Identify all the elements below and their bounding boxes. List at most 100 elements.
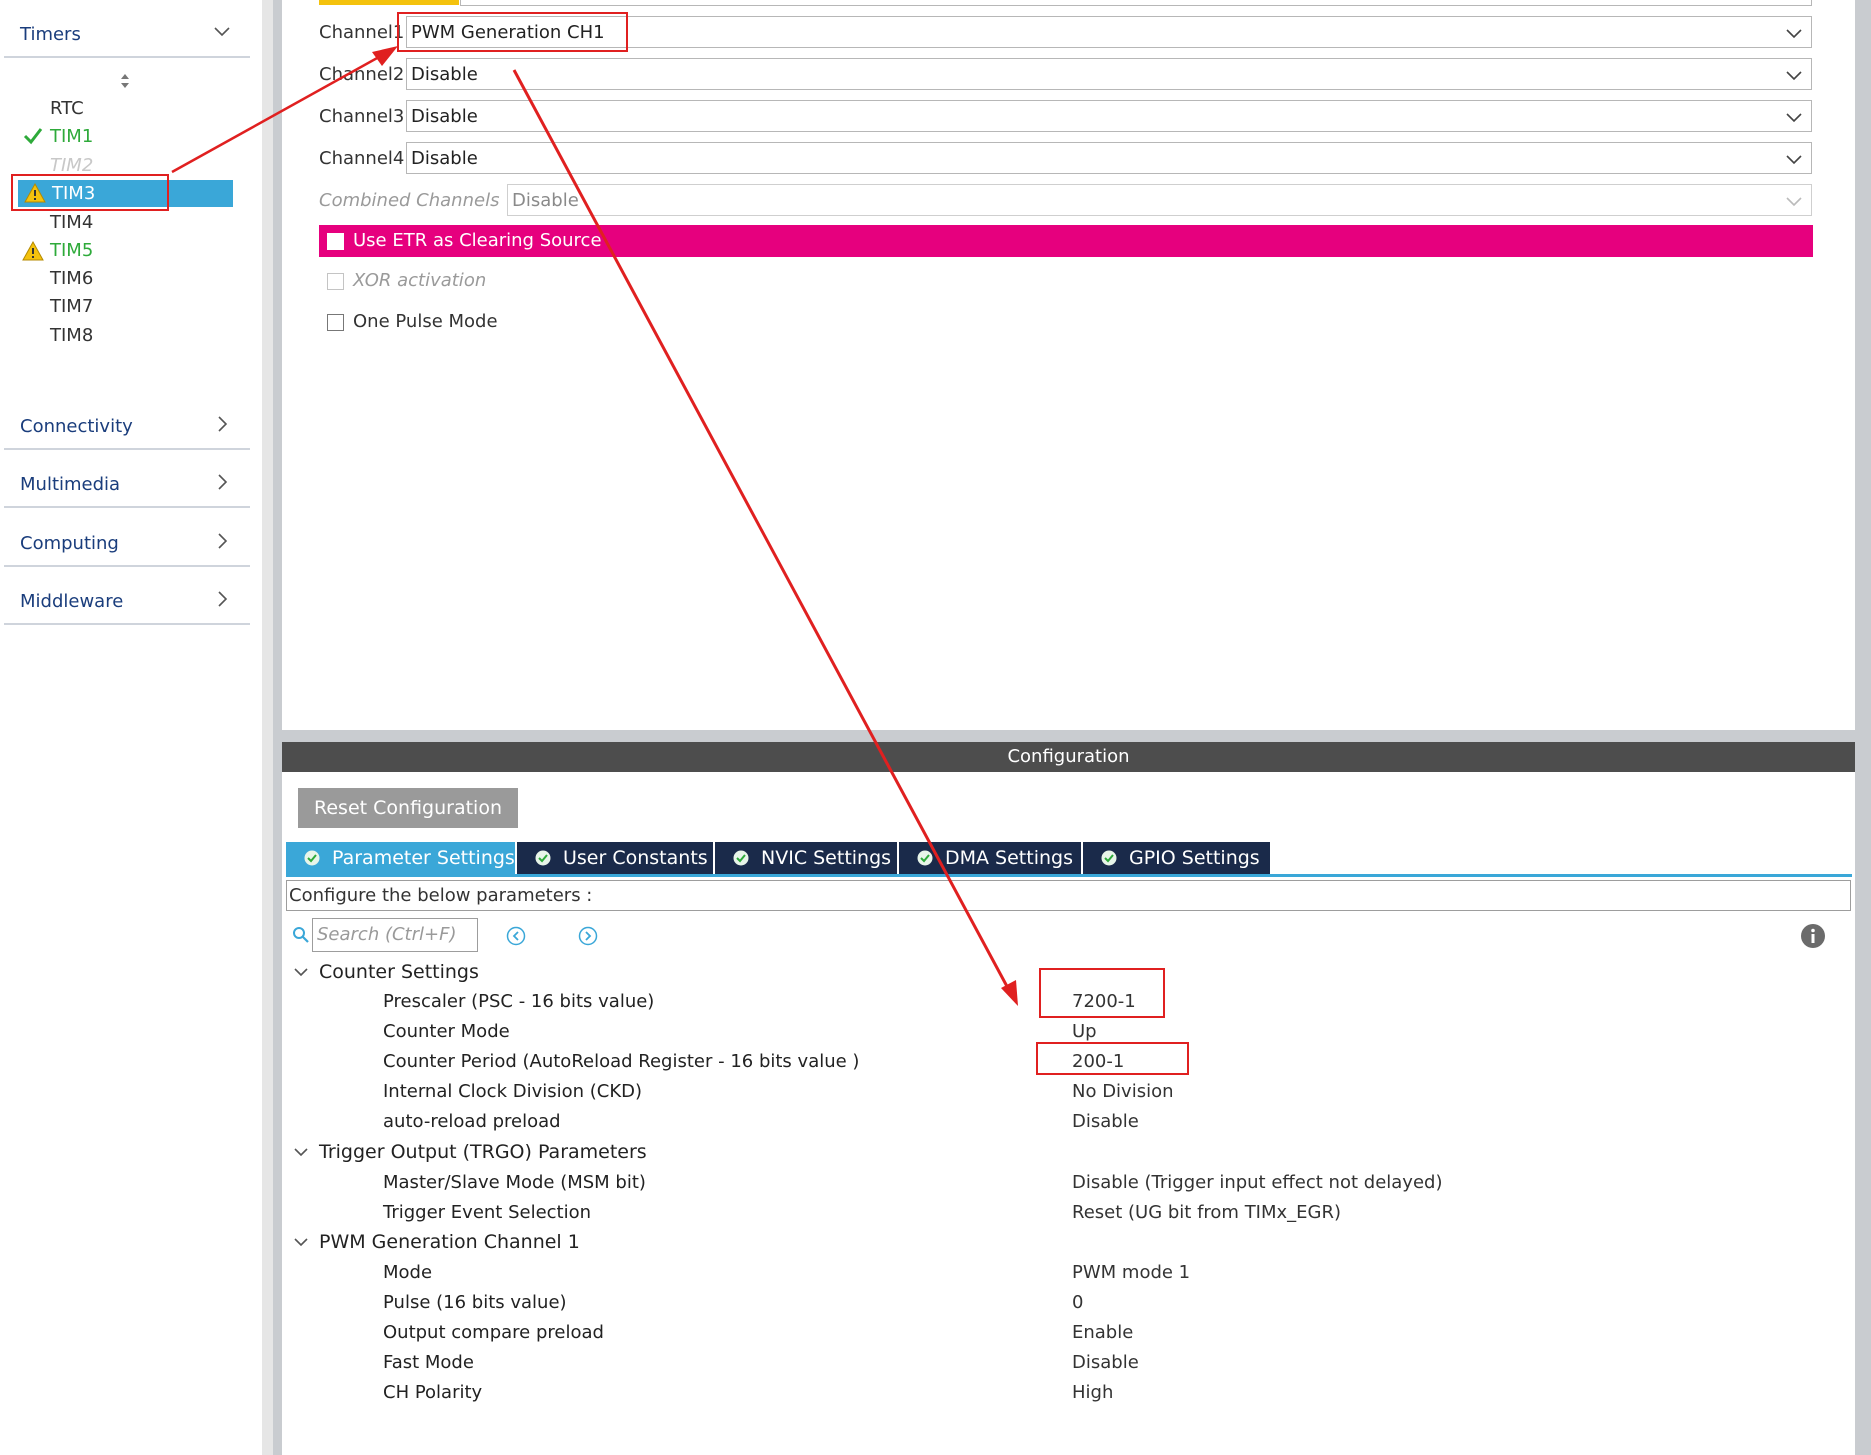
tab-label: NVIC Settings <box>761 847 892 869</box>
channel2-select[interactable]: Disable <box>406 58 1812 90</box>
param-counter-mode: Counter Mode <box>383 1021 510 1042</box>
param-prescaler: Prescaler (PSC - 16 bits value) <box>383 991 655 1012</box>
param-pulse: Pulse (16 bits value) <box>383 1292 567 1313</box>
combined-channels-select[interactable]: Disable <box>507 184 1812 216</box>
value-mode[interactable]: PWM mode 1 <box>1072 1262 1190 1283</box>
one-pulse-checkbox[interactable] <box>327 314 344 331</box>
param-fast-mode: Fast Mode <box>383 1352 474 1373</box>
chevron-right-icon <box>218 474 228 490</box>
category-label: Middleware <box>20 591 124 612</box>
next-icon[interactable] <box>578 926 598 946</box>
value-counter-mode[interactable]: Up <box>1072 1021 1097 1042</box>
sidebar: Timers RTC TIM1 TIM2 TIM3 TIM4 TIM5 TIM6… <box>0 0 262 1455</box>
timer-item-tim5[interactable]: TIM5 <box>50 238 93 264</box>
timer-item-tim1[interactable]: TIM1 <box>50 124 93 150</box>
channel3-label: Channel3 <box>319 106 405 127</box>
one-pulse-label: One Pulse Mode <box>353 311 498 332</box>
tab-label: GPIO Settings <box>1129 847 1260 869</box>
channel2-label: Channel2 <box>319 64 405 85</box>
param-ch-polarity: CH Polarity <box>383 1382 483 1403</box>
timer-item-tim8[interactable]: TIM8 <box>50 323 93 349</box>
sort-icon[interactable] <box>119 72 131 90</box>
xor-label: XOR activation <box>353 270 487 291</box>
value-auto-reload-preload[interactable]: Disable <box>1072 1111 1139 1132</box>
channel3-select[interactable]: Disable <box>406 100 1812 132</box>
value-clock-division[interactable]: No Division <box>1072 1081 1174 1102</box>
chevron-down-icon[interactable] <box>293 1144 309 1160</box>
timer-item-rtc[interactable]: RTC <box>50 96 84 122</box>
chevron-down-icon <box>1786 197 1802 207</box>
parameters-description: Configure the below parameters : <box>286 880 1851 911</box>
chevron-down-icon[interactable] <box>293 964 309 980</box>
category-timers[interactable]: Timers <box>4 10 250 58</box>
check-circle-icon <box>304 850 320 866</box>
group-pwm-channel1[interactable]: PWM Generation Channel 1 <box>319 1231 580 1253</box>
category-middleware[interactable]: Middleware <box>4 577 250 625</box>
tab-user-constants[interactable]: User Constants <box>517 842 713 874</box>
check-icon <box>23 128 43 145</box>
reset-configuration-button[interactable]: Reset Configuration <box>298 788 518 828</box>
mode-top-field[interactable] <box>460 0 1812 6</box>
value-pulse[interactable]: 0 <box>1072 1292 1083 1313</box>
previous-icon[interactable] <box>506 926 526 946</box>
check-circle-icon <box>733 850 749 866</box>
annotation-box-channel1 <box>397 12 628 52</box>
category-multimedia[interactable]: Multimedia <box>4 460 250 508</box>
xor-checkbox[interactable] <box>327 273 344 290</box>
chevron-right-icon <box>218 591 228 607</box>
check-circle-icon <box>917 850 933 866</box>
tab-nvic-settings[interactable]: NVIC Settings <box>715 842 897 874</box>
category-computing[interactable]: Computing <box>4 519 250 567</box>
category-connectivity[interactable]: Connectivity <box>4 402 250 450</box>
search-input[interactable]: Search (Ctrl+F) <box>312 918 478 952</box>
param-auto-reload-preload: auto-reload preload <box>383 1111 561 1132</box>
check-circle-icon <box>535 850 551 866</box>
channel3-value: Disable <box>411 106 478 127</box>
annotation-box-tim3 <box>11 174 169 211</box>
warning-icon <box>22 241 44 261</box>
group-counter-settings[interactable]: Counter Settings <box>319 961 479 983</box>
param-counter-period: Counter Period (AutoReload Register - 16… <box>383 1051 860 1072</box>
chevron-right-icon <box>218 416 228 432</box>
timer-item-tim6[interactable]: TIM6 <box>50 266 93 292</box>
param-trigger-event: Trigger Event Selection <box>383 1202 592 1223</box>
sidebar-divider[interactable] <box>262 0 273 1455</box>
combined-channels-value: Disable <box>512 190 579 211</box>
etr-checkbox[interactable] <box>327 233 344 250</box>
category-label: Timers <box>20 24 81 45</box>
annotation-box-period <box>1036 1042 1189 1075</box>
info-icon[interactable] <box>1800 923 1826 949</box>
tab-label: User Constants <box>563 847 708 869</box>
param-mode: Mode <box>383 1262 433 1283</box>
value-trigger-event[interactable]: Reset (UG bit from TIMx_EGR) <box>1072 1202 1341 1223</box>
value-ch-polarity[interactable]: High <box>1072 1382 1113 1403</box>
category-label: Connectivity <box>20 416 133 437</box>
param-output-compare-preload: Output compare preload <box>383 1322 604 1343</box>
mode-top-bar <box>319 0 459 5</box>
chevron-down-icon <box>1786 113 1802 123</box>
etr-row[interactable]: Use ETR as Clearing Source <box>319 225 1813 257</box>
tab-dma-settings[interactable]: DMA Settings <box>899 842 1081 874</box>
category-label: Multimedia <box>20 474 121 495</box>
tab-gpio-settings[interactable]: GPIO Settings <box>1083 842 1270 874</box>
timer-item-tim4[interactable]: TIM4 <box>50 210 93 236</box>
check-circle-icon <box>1101 850 1117 866</box>
tab-underline <box>286 874 1852 877</box>
chevron-down-icon <box>1786 155 1802 165</box>
channel4-value: Disable <box>411 148 478 169</box>
category-label: Computing <box>20 533 119 554</box>
group-trigger-output[interactable]: Trigger Output (TRGO) Parameters <box>319 1141 647 1163</box>
param-clock-division: Internal Clock Division (CKD) <box>383 1081 643 1102</box>
tab-label: DMA Settings <box>945 847 1073 869</box>
timer-item-tim7[interactable]: TIM7 <box>50 294 93 320</box>
value-output-compare-preload[interactable]: Enable <box>1072 1322 1133 1343</box>
chevron-down-icon[interactable] <box>293 1234 309 1250</box>
etr-label: Use ETR as Clearing Source <box>353 230 602 251</box>
tab-parameter-settings[interactable]: Parameter Settings <box>286 842 515 874</box>
search-icon[interactable] <box>292 926 310 944</box>
value-master-slave-mode[interactable]: Disable (Trigger input effect not delaye… <box>1072 1172 1442 1193</box>
channel4-label: Channel4 <box>319 148 405 169</box>
channel4-select[interactable]: Disable <box>406 142 1812 174</box>
value-fast-mode[interactable]: Disable <box>1072 1352 1139 1373</box>
chevron-down-icon <box>1786 71 1802 81</box>
